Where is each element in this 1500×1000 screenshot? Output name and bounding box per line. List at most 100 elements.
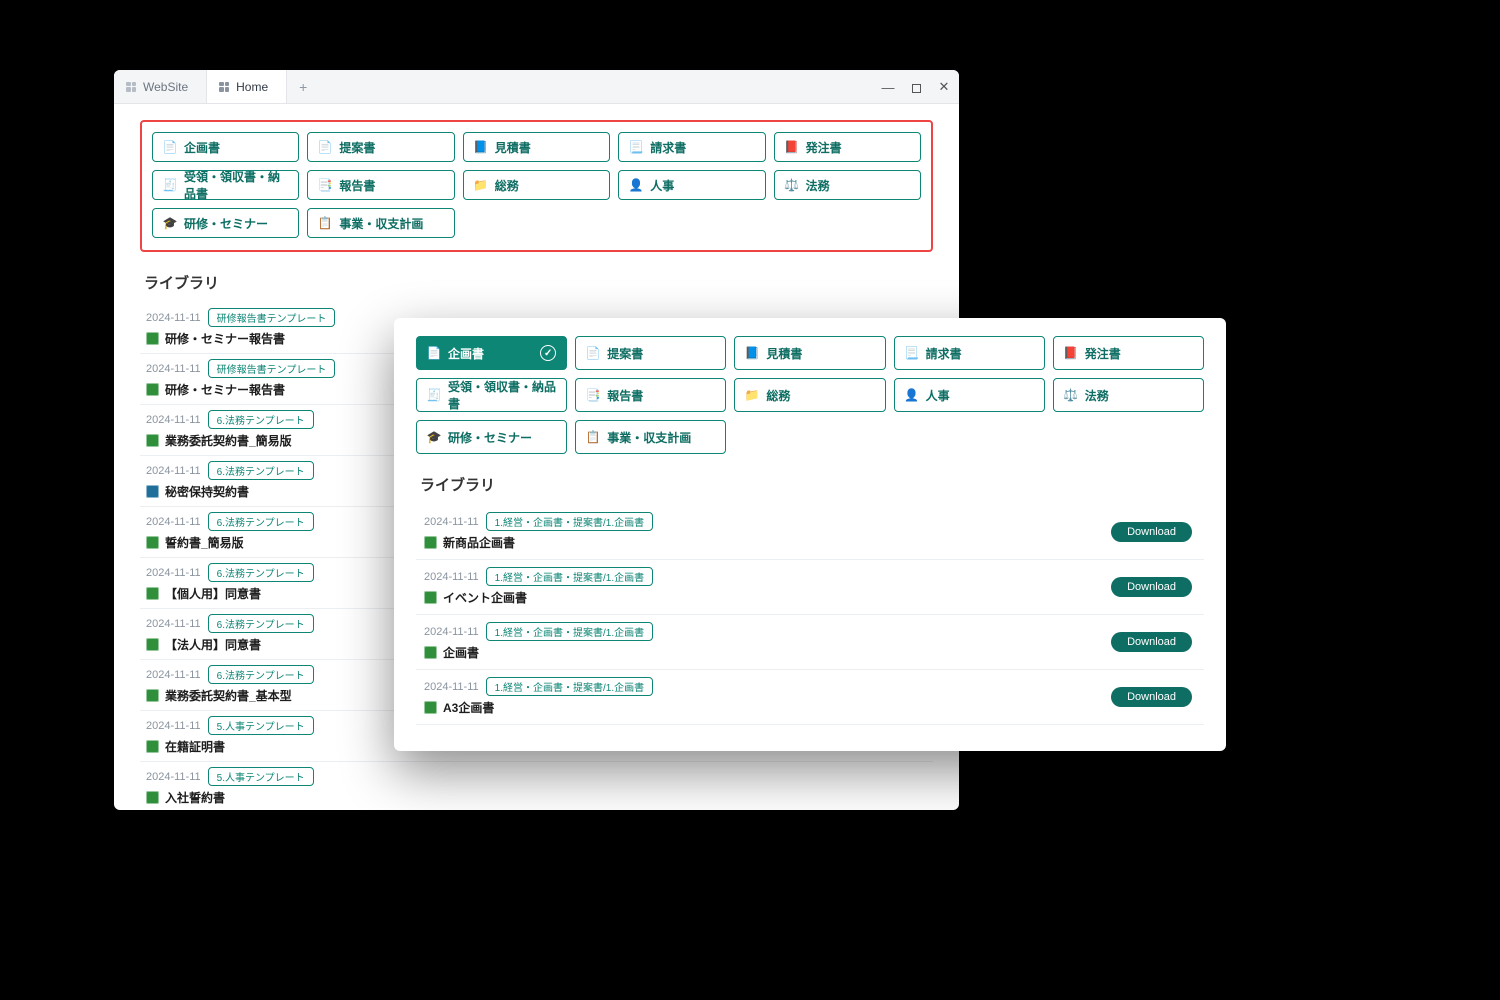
document-icon <box>146 434 159 447</box>
category-label: 総務 <box>495 177 519 194</box>
row-tag: 1.経営・企画書・提案書/1.企画書 <box>486 622 653 641</box>
category-tile[interactable]: 👤人事 <box>618 170 765 200</box>
row-tag: 6.法務テンプレート <box>208 410 314 429</box>
category-tile[interactable]: 🧾 受領・領収書・納品書 <box>416 378 567 412</box>
category-icon: 🧾 <box>163 178 177 192</box>
category-tile[interactable]: 📁総務 <box>734 378 885 412</box>
row-date: 2024-11-11 <box>424 516 479 528</box>
tab-add-button[interactable]: + <box>287 70 319 103</box>
download-button[interactable]: Download <box>1111 577 1192 597</box>
category-tile[interactable]: 🎓 研修・セミナー <box>152 208 299 238</box>
category-label: 企画書 <box>184 139 220 156</box>
document-icon <box>146 383 159 396</box>
category-tile[interactable]: 📘見積書 <box>734 336 885 370</box>
category-tile[interactable]: 📁総務 <box>463 170 610 200</box>
category-tile[interactable]: 📄提案書 <box>575 336 726 370</box>
row-date: 2024-11-11 <box>146 465 201 477</box>
library-row[interactable]: 2024-11-111.経営・企画書・提案書/1.企画書イベント企画書Downl… <box>416 560 1204 615</box>
row-title-text: 業務委託契約書_簡易版 <box>165 432 292 449</box>
category-label: 企画書 <box>448 345 484 362</box>
row-date: 2024-11-11 <box>424 681 479 693</box>
library-row[interactable]: 2024-11-115.人事テンプレート入社誓約書 <box>140 762 933 810</box>
row-tag: 1.経営・企画書・提案書/1.企画書 <box>486 512 653 531</box>
row-date: 2024-11-11 <box>424 571 479 583</box>
category-tile[interactable]: 📄企画書✓ <box>416 336 567 370</box>
row-tag: 6.法務テンプレート <box>208 563 314 582</box>
download-button[interactable]: Download <box>1111 522 1192 542</box>
category-label: 人事 <box>926 387 950 404</box>
library-row[interactable]: 2024-11-11 1.経営・企画書・提案書/1.企画書新商品企画書 Downlo… <box>416 505 1204 560</box>
library-row[interactable]: 2024-11-111.経営・企画書・提案書/1.企画書A3企画書Downloa… <box>416 670 1204 725</box>
category-label: 研修・セミナー <box>184 215 268 232</box>
document-icon <box>146 332 159 345</box>
tab-label: WebSite <box>143 80 188 94</box>
category-tile[interactable]: 📋事業・収支計画 <box>307 208 454 238</box>
category-icon: 🎓 <box>163 216 177 230</box>
row-tag: 1.経営・企画書・提案書/1.企画書 <box>486 567 653 586</box>
download-button[interactable]: Download <box>1111 632 1192 652</box>
category-tile[interactable]: 📘 見積書 <box>463 132 610 162</box>
maximize-button[interactable] <box>907 80 925 95</box>
category-tile[interactable]: 📕 発注書 <box>774 132 921 162</box>
close-button[interactable]: ✕ <box>935 79 953 95</box>
row-title-text: 入社誓約書 <box>165 789 225 806</box>
category-label: 見積書 <box>495 139 531 156</box>
row-tag: 研修報告書テンプレート <box>208 359 336 378</box>
category-label: 発注書 <box>806 139 842 156</box>
tab-home[interactable]: Home <box>207 70 287 103</box>
document-icon <box>424 701 437 714</box>
download-button[interactable]: Download <box>1111 687 1192 707</box>
document-icon <box>146 587 159 600</box>
row-title-text: A3企画書 <box>443 699 494 716</box>
category-icon: 🎓 <box>427 430 441 444</box>
document-icon <box>424 536 437 549</box>
category-tile[interactable]: 📄 企画書 <box>152 132 299 162</box>
category-tile[interactable]: ⚖️法務 <box>774 170 921 200</box>
category-icon: 📕 <box>785 140 799 154</box>
library-list: 2024-11-111.経営・企画書・提案書/1.企画書新商品企画書Downlo… <box>416 505 1204 725</box>
row-date: 2024-11-11 <box>146 618 201 630</box>
category-icon: 📄 <box>427 346 441 360</box>
row-tag: 6.法務テンプレート <box>208 665 314 684</box>
category-tile[interactable]: 🧾 受領・領収書・納品書 <box>152 170 299 200</box>
document-icon <box>424 646 437 659</box>
category-icon: 📘 <box>474 140 488 154</box>
document-icon <box>146 485 159 498</box>
category-icon: 👤 <box>905 388 919 402</box>
library-row[interactable]: 2024-11-111.経営・企画書・提案書/1.企画書企画書Download <box>416 615 1204 670</box>
category-label: 請求書 <box>650 139 686 156</box>
category-icon: 📄 <box>586 346 600 360</box>
row-date: 2024-11-11 <box>146 567 201 579</box>
library-heading: ライブラリ <box>420 474 1204 495</box>
row-tag: 5.人事テンプレート <box>208 767 314 786</box>
minimize-button[interactable]: — <box>879 80 897 95</box>
category-label: 受領・領収書・納品書 <box>448 378 556 412</box>
category-tile[interactable]: ⚖️法務 <box>1053 378 1204 412</box>
category-icon: 👤 <box>629 178 643 192</box>
category-tile[interactable]: 📃請求書 <box>894 336 1045 370</box>
category-label: 請求書 <box>926 345 962 362</box>
category-icon: 📄 <box>163 140 177 154</box>
row-title-text: 【法人用】同意書 <box>165 636 261 653</box>
category-tile[interactable]: 📑報告書 <box>575 378 726 412</box>
category-tile[interactable]: 🎓研修・セミナー <box>416 420 567 454</box>
category-tile[interactable]: 📑報告書 <box>307 170 454 200</box>
category-icon: 🧾 <box>427 388 441 402</box>
filter-panel: 📄企画書✓📄提案書📘見積書📃請求書📕発注書🧾受領・領収書・納品書📑報告書📁総務👤… <box>394 318 1226 751</box>
document-icon <box>146 740 159 753</box>
category-icon: 📕 <box>1064 346 1078 360</box>
row-date: 2024-11-11 <box>424 626 479 638</box>
category-tile[interactable]: 👤 人事 <box>894 378 1045 412</box>
category-tile[interactable]: 📋事業・収支計画 <box>575 420 726 454</box>
row-title-text: 新商品企画書 <box>443 534 515 551</box>
row-tag: 研修報告書テンプレート <box>208 308 336 327</box>
category-tile[interactable]: 📃請求書 <box>618 132 765 162</box>
document-icon <box>146 536 159 549</box>
tab-website[interactable]: WebSite <box>114 70 207 103</box>
category-icon: 📋 <box>586 430 600 444</box>
category-tile[interactable]: 📄提案書 <box>307 132 454 162</box>
category-icon: ⚖️ <box>1064 388 1078 402</box>
category-label: 受領・領収書・納品書 <box>184 168 288 202</box>
category-tile[interactable]: 📕発注書 <box>1053 336 1204 370</box>
tab-label: Home <box>236 80 268 94</box>
